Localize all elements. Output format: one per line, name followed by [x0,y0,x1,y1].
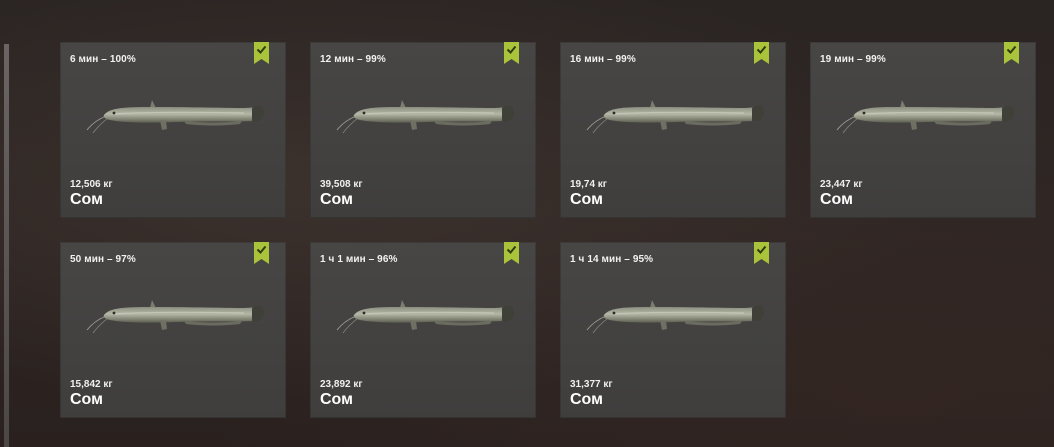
catch-weight: 39,508 кг [320,179,363,190]
fish-name: Сом [70,191,103,208]
check-bookmark-icon [504,242,519,264]
catch-weight: 31,377 кг [570,379,613,390]
catch-time: 12 мин – 99% [320,54,386,65]
catch-time: 19 мин – 99% [820,54,886,65]
left-scroll-rail [4,44,9,447]
catfish-icon [836,99,1014,134]
fish-name: Сом [320,191,353,208]
fish-name: Сом [570,191,603,208]
fish-name: Сом [320,391,353,408]
catfish-icon [586,299,764,334]
catch-time: 1 ч 1 мин – 96% [320,254,398,265]
catch-weight: 23,892 кг [320,379,363,390]
catch-weight: 19,74 кг [570,179,607,190]
catfish-icon [336,99,514,134]
catch-weight: 15,842 кг [70,379,113,390]
check-bookmark-icon [504,42,519,64]
catch-card[interactable]: 19 мин – 99% 23,447 кг Сом [810,42,1036,218]
check-bookmark-icon [1004,42,1019,64]
catch-grid: 6 мин – 100% 12,506 кг Сом 12 мин – 99% … [60,42,1036,418]
catch-card[interactable]: 16 мин – 99% 19,74 кг Сом [560,42,786,218]
catch-time: 50 мин – 97% [70,254,136,265]
fish-name: Сом [570,391,603,408]
check-bookmark-icon [254,42,269,64]
catch-card[interactable]: 12 мин – 99% 39,508 кг Сом [310,42,536,218]
catch-card[interactable]: 6 мин – 100% 12,506 кг Сом [60,42,286,218]
catch-card[interactable]: 1 ч 1 мин – 96% 23,892 кг Сом [310,242,536,418]
catch-time: 6 мин – 100% [70,54,136,65]
catfish-icon [86,299,264,334]
catch-time: 1 ч 14 мин – 95% [570,254,654,265]
catfish-icon [86,99,264,134]
catfish-icon [336,299,514,334]
check-bookmark-icon [754,42,769,64]
check-bookmark-icon [754,242,769,264]
fish-name: Сом [820,191,853,208]
catch-card[interactable]: 1 ч 14 мин – 95% 31,377 кг Сом [560,242,786,418]
catch-time: 16 мин – 99% [570,54,636,65]
check-bookmark-icon [254,242,269,264]
catfish-icon [586,99,764,134]
fish-name: Сом [70,391,103,408]
catch-weight: 12,506 кг [70,179,113,190]
catch-weight: 23,447 кг [820,179,863,190]
catch-card[interactable]: 50 мин – 97% 15,842 кг Сом [60,242,286,418]
